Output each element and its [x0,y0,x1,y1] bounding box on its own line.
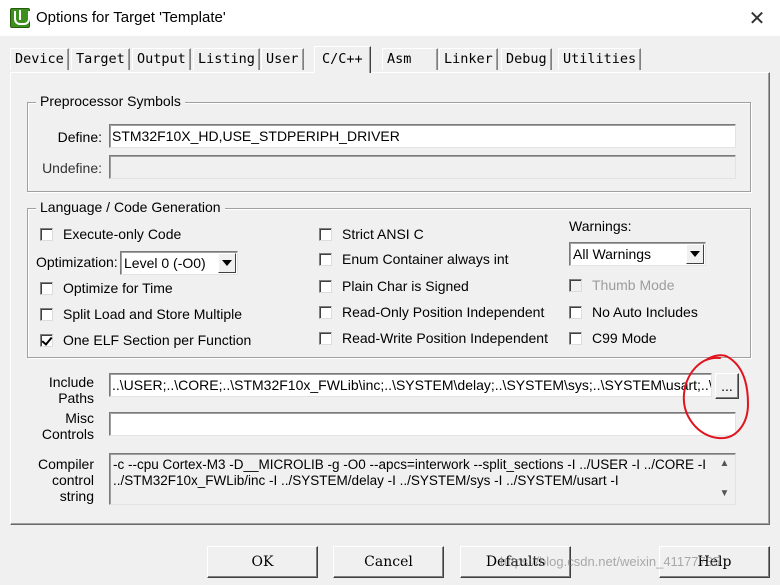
split-load-box[interactable] [40,307,53,321]
scroll-down-icon[interactable]: ▼ [715,485,734,503]
strict-ansi-label: Strict ANSI C [342,226,424,242]
plain-char-checkbox[interactable]: Plain Char is Signed [319,276,469,296]
window-title: Options for Target 'Template' [36,9,226,26]
no-auto-includes-label: No Auto Includes [592,304,698,320]
tab-device[interactable]: Device [10,48,69,70]
preprocessor-group-label: Preprocessor Symbols [36,93,185,109]
rw-position-label: Read-Write Position Independent [342,330,548,346]
watermark: https://blog.csdn.net/weixin_41177735 [500,554,721,569]
optimize-time-checkbox[interactable]: Optimize for Time [40,278,173,298]
include-paths-field[interactable]: ..\USER;..\CORE;..\STM32F10x_FWLib\inc;.… [109,373,712,397]
misc-controls-field[interactable] [109,412,736,436]
language-group-label: Language / Code Generation [36,199,225,215]
include-paths-label: Include Paths [30,374,94,406]
close-button[interactable]: ✕ [734,0,780,36]
tab-c-cpp[interactable]: C/C++ [314,46,371,73]
compiler-string-field[interactable]: -c --cpu Cortex-M3 -D__MICROLIB -g -O0 -… [109,453,736,505]
c99-mode-checkbox[interactable]: C99 Mode [569,328,657,348]
warnings-value: All Warnings [573,246,652,262]
execute-only-box[interactable] [40,227,53,241]
plain-char-label: Plain Char is Signed [342,278,469,294]
tab-target[interactable]: Target [71,48,130,70]
tab-utilities[interactable]: Utilities [558,48,642,70]
rw-position-checkbox[interactable]: Read-Write Position Independent [319,328,548,348]
no-auto-includes-checkbox[interactable]: No Auto Includes [569,302,698,322]
compiler-label-line2: control [51,472,94,488]
compiler-string-label: Compiler control string [30,456,94,504]
ro-position-checkbox[interactable]: Read-Only Position Independent [319,302,544,322]
tab-asm[interactable]: Asm [382,48,438,70]
undefine-label: Undefine: [42,160,102,176]
strict-ansi-checkbox[interactable]: Strict ANSI C [319,224,424,244]
tab-linker[interactable]: Linker [439,48,498,70]
define-field[interactable]: STM32F10X_HD,USE_STDPERIPH_DRIVER [109,124,736,148]
tab-listing[interactable]: Listing [193,48,260,70]
enum-container-label: Enum Container always int [342,251,509,267]
compiler-label-line1: Compiler [37,456,94,472]
keil-uvision-icon [10,8,30,28]
red-annotation-stroke [682,354,750,440]
one-elf-box[interactable] [40,333,53,347]
optimization-select[interactable]: Level 0 (-O0) [120,251,238,275]
thumb-mode-checkbox[interactable]: Thumb Mode [569,275,674,295]
ro-position-box[interactable] [319,305,332,319]
undefine-field[interactable] [109,155,736,179]
close-icon: ✕ [748,7,766,30]
compiler-string-line1: -c --cpu Cortex-M3 -D__MICROLIB -g -O0 -… [113,457,706,472]
misc-label-line1: Misc [65,410,94,426]
one-elf-label: One ELF Section per Function [63,332,252,348]
optimize-time-label: Optimize for Time [63,280,173,296]
enum-container-checkbox[interactable]: Enum Container always int [319,249,509,269]
c99-mode-label: C99 Mode [592,330,657,346]
tab-output[interactable]: Output [132,48,191,70]
include-label-line2: Paths [58,390,94,406]
thumb-mode-box[interactable] [569,278,582,292]
optimization-value: Level 0 (-O0) [124,255,206,271]
plain-char-box[interactable] [319,279,332,293]
chevron-down-icon[interactable] [686,244,704,264]
misc-controls-label: Misc Controls [30,410,94,442]
compiler-string-scrollbar[interactable]: ▲ ▼ [715,455,734,503]
thumb-mode-label: Thumb Mode [592,277,675,293]
optimize-time-box[interactable] [40,281,53,295]
include-label-line1: Include [48,374,94,390]
tab-debug[interactable]: Debug [501,48,552,70]
rw-position-box[interactable] [319,331,332,345]
misc-label-line2: Controls [41,426,94,442]
execute-only-checkbox[interactable]: Execute-only Code [40,224,181,244]
compiler-label-line3: string [59,488,94,504]
define-label: Define: [57,129,102,145]
enum-container-box[interactable] [319,252,332,266]
cancel-button[interactable]: Cancel [333,546,444,578]
c99-mode-box[interactable] [569,331,582,345]
execute-only-label: Execute-only Code [63,226,182,242]
split-load-checkbox[interactable]: Split Load and Store Multiple [40,304,242,324]
compiler-string-line2: ../STM32F10x_FWLib/inc -I ../SYSTEM/dela… [113,473,619,488]
optimization-label: Optimization: [36,254,118,270]
title-bar: Options for Target 'Template' ✕ [0,0,780,36]
tab-user[interactable]: User [261,48,304,70]
split-load-label: Split Load and Store Multiple [63,306,242,322]
one-elf-checkbox[interactable]: One ELF Section per Function [40,330,251,350]
strict-ansi-box[interactable] [319,227,332,241]
red-annotation-circle [682,354,750,440]
tab-strip: Device Target Output Listing User C/C++ … [10,46,770,73]
chevron-down-icon[interactable] [218,253,236,273]
scroll-up-icon[interactable]: ▲ [715,455,734,473]
warnings-select[interactable]: All Warnings [569,242,706,266]
ok-button[interactable]: OK [207,546,318,578]
ro-position-label: Read-Only Position Independent [342,304,545,320]
warnings-label: Warnings: [569,218,632,234]
no-auto-includes-box[interactable] [569,305,582,319]
